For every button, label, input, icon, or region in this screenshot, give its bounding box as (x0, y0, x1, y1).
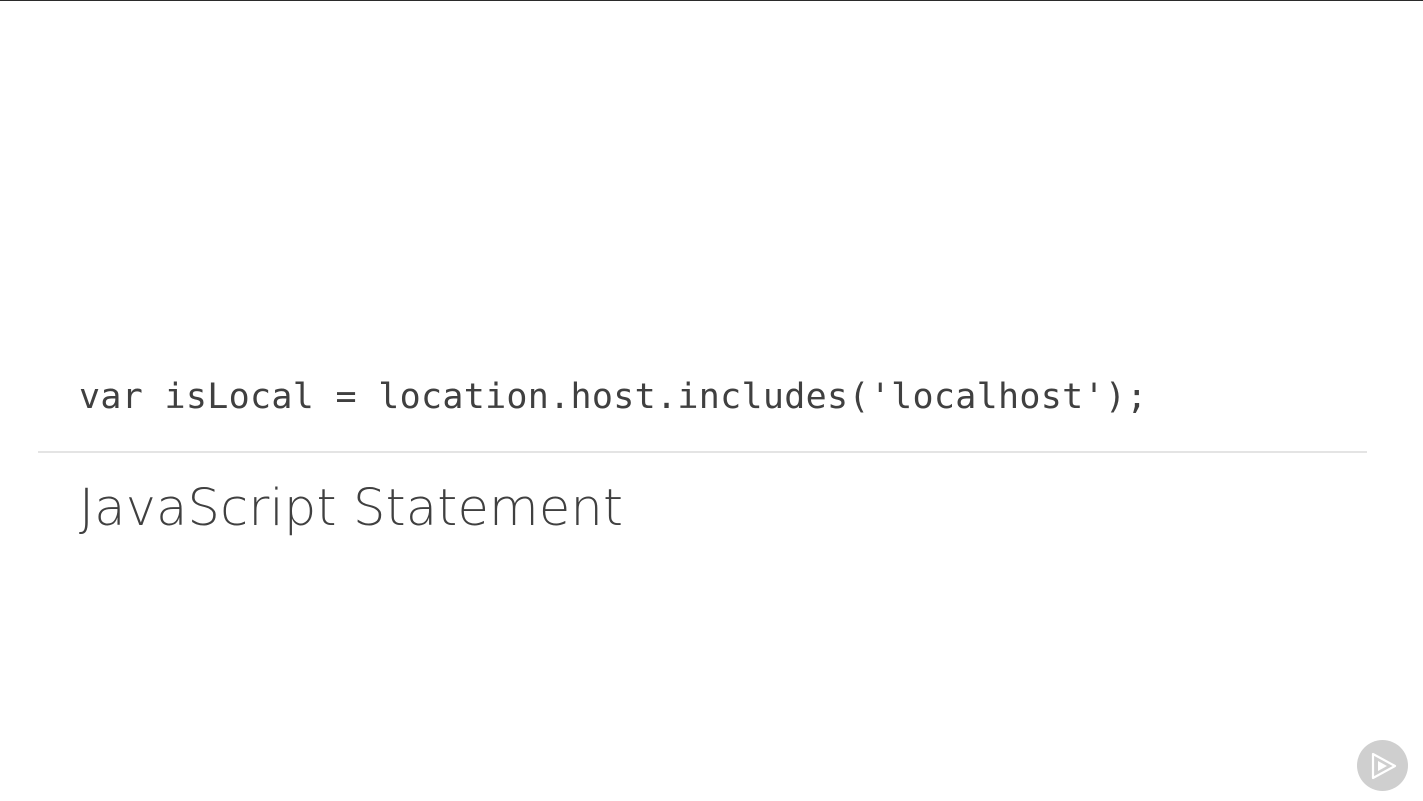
code-statement: var isLocal = location.host.includes('lo… (79, 377, 1148, 417)
slide: var isLocal = location.host.includes('lo… (0, 0, 1423, 801)
slide-title: JavaScript Statement (79, 479, 624, 538)
divider (38, 451, 1367, 453)
pluralsight-play-logo-icon (1357, 740, 1408, 791)
